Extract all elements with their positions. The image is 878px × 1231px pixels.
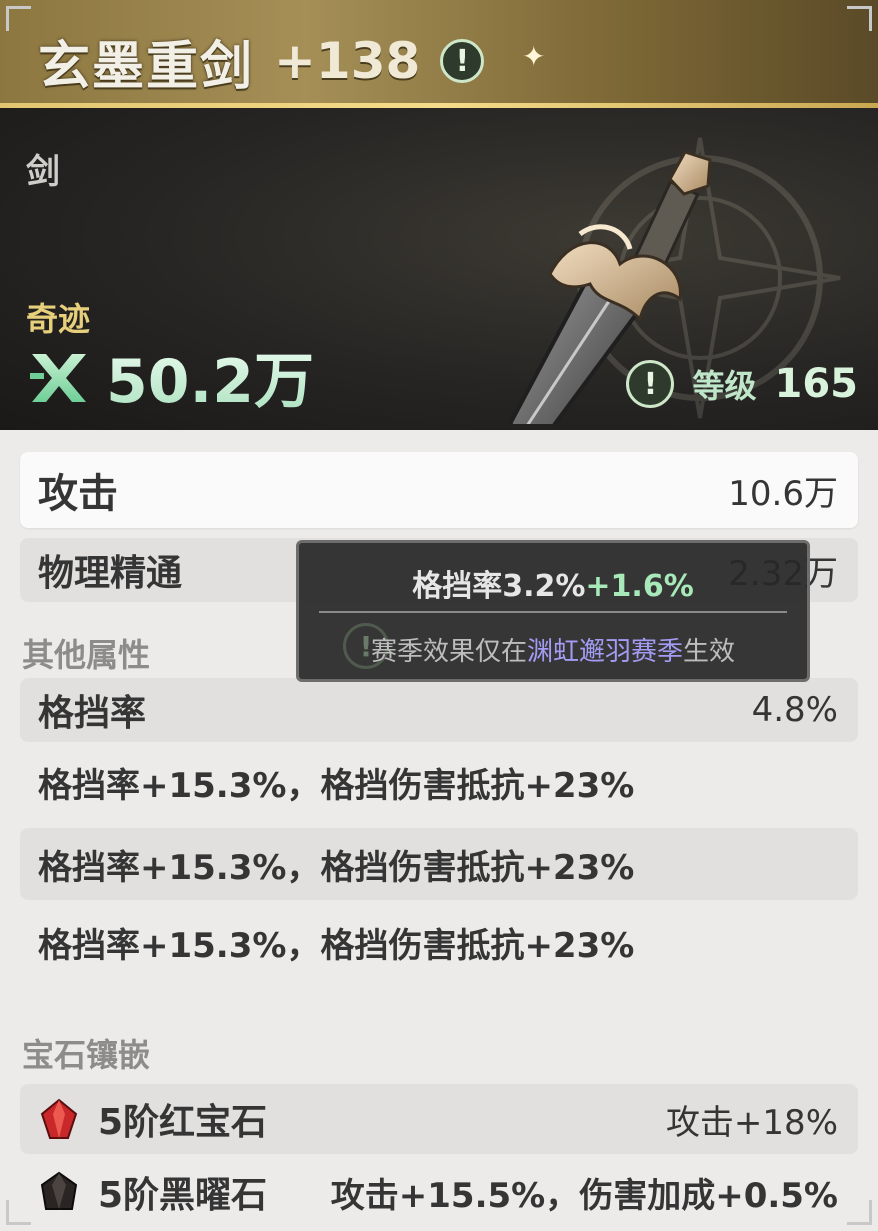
sparkle-icon: ✦	[522, 40, 546, 73]
title-group: 玄墨重剑 +138 !	[38, 26, 485, 97]
stat-label: 格挡率	[38, 693, 147, 734]
gem-info: 5阶黑曜石	[38, 1166, 267, 1218]
tooltip-base: 格挡率3.2%	[412, 569, 586, 604]
affix-row: 格挡率+15.3%，格挡伤害抵抗+23%	[20, 910, 858, 974]
gem-effect: 攻击+15.5%，伤害加成+0.5%	[330, 1175, 838, 1216]
stat-label: 物理精通	[38, 553, 183, 594]
frame-corner-icon	[6, 6, 31, 31]
frame-corner-icon	[847, 1200, 872, 1225]
info-icon[interactable]: !	[440, 39, 485, 83]
level-label: 等级	[692, 367, 757, 405]
affix-row: 格挡率+15.3%，格挡伤害抵抗+23%	[20, 750, 858, 814]
stat-value: 10.6万	[728, 473, 838, 514]
weapon-type: 剑	[26, 152, 60, 192]
stat-tooltip: 格挡率3.2%+1.6% ! 赛季效果仅在渊虹邂羽赛季生效	[296, 540, 810, 682]
tooltip-divider	[319, 611, 787, 613]
tooltip-note-suffix: 生效	[683, 637, 736, 667]
weapon-name: 玄墨重剑	[38, 36, 255, 97]
gem-row[interactable]: 5阶红宝石 攻击+18%	[20, 1084, 858, 1154]
ruby-icon	[40, 1098, 78, 1139]
stat-value: 4.8%	[751, 690, 838, 730]
tooltip-bonus: +1.6%	[585, 569, 694, 604]
other-stats-title: 其他属性	[22, 636, 151, 674]
level-info-icon[interactable]: !	[626, 360, 675, 408]
level-value: 165	[774, 361, 859, 407]
level-info: ! 等级 165	[626, 356, 858, 412]
tooltip-note-prefix: 赛季效果仅在	[370, 637, 527, 667]
tooltip-season-name: 渊虹邂羽赛季	[526, 637, 683, 667]
title-bar: 玄墨重剑 +138 ! ✦	[0, 0, 878, 108]
obsidian-icon	[40, 1171, 78, 1210]
gem-row[interactable]: 5阶黑曜石 攻击+15.5%，伤害加成+0.5%	[20, 1160, 858, 1224]
weapon-hero: 剑 奇迹 50.2万 ! 等级 165	[0, 108, 878, 430]
power-score: 50.2万	[26, 340, 314, 417]
power-score-icon	[30, 354, 86, 402]
power-value: 50.2万	[106, 333, 314, 420]
equipment-card: 玄墨重剑 +138 ! ✦ 剑 奇迹 50.2万 ! 等级 165 攻击 10.…	[0, 0, 878, 1231]
affix-text: 格挡率+15.3%，格挡伤害抵抗+23%	[38, 925, 635, 966]
stat-row-attack[interactable]: 攻击 10.6万	[20, 452, 858, 528]
tooltip-stat: 格挡率3.2%+1.6%	[299, 561, 807, 605]
stat-label: 攻击	[38, 471, 118, 517]
affix-row: 格挡率+15.3%，格挡伤害抵抗+23%	[20, 828, 858, 900]
affix-text: 格挡率+15.3%，格挡伤害抵抗+23%	[38, 765, 635, 806]
stat-row-block-rate[interactable]: 格挡率 4.8%	[20, 678, 858, 742]
frame-corner-icon	[6, 1200, 31, 1225]
frame-corner-icon	[847, 6, 872, 31]
affix-text: 格挡率+15.3%，格挡伤害抵抗+23%	[38, 847, 635, 888]
enhance-level: +138	[274, 32, 421, 90]
gem-name: 5阶黑曜石	[98, 1175, 268, 1216]
tooltip-note: 赛季效果仅在渊虹邂羽赛季生效	[299, 631, 807, 668]
rarity-label: 奇迹	[26, 300, 91, 338]
gems-title: 宝石镶嵌	[22, 1036, 151, 1074]
gem-effect: 攻击+18%	[665, 1102, 838, 1143]
gem-name: 5阶红宝石	[98, 1102, 268, 1143]
gem-info: 5阶红宝石	[38, 1093, 267, 1145]
